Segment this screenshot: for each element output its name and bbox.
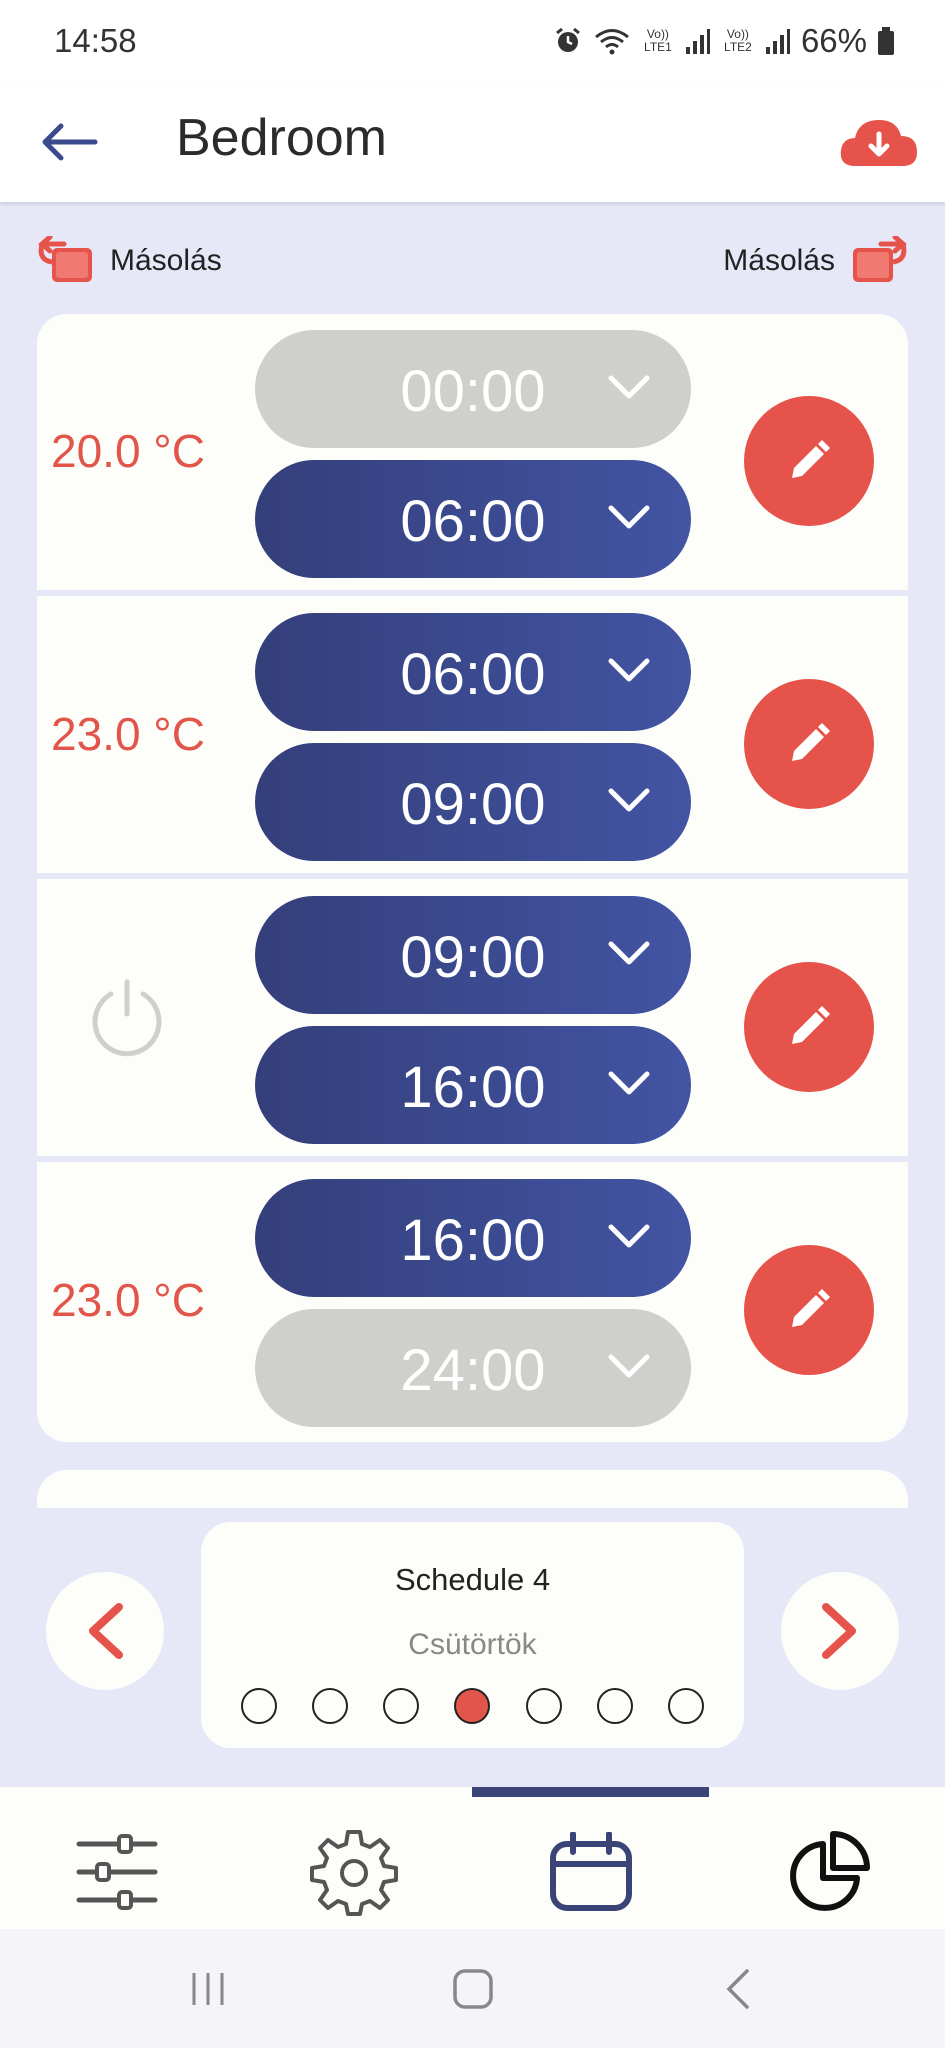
period-row: 20.0 °C 00:00 06:00 [37, 314, 908, 590]
day-card: Schedule 4 Csütörtök [201, 1522, 744, 1748]
chevron-down-icon [608, 1354, 650, 1378]
back-button[interactable] [36, 112, 102, 172]
arrow-left-icon [42, 123, 98, 161]
status-time: 14:58 [54, 22, 137, 59]
status-icons: Vo)) LTE1 Vo)) LTE2 66% [553, 22, 895, 60]
copy-to-next-button[interactable]: Másolás [723, 236, 911, 286]
edit-period-button[interactable] [744, 962, 874, 1092]
power-icon [92, 979, 162, 1057]
day-dots [241, 1688, 704, 1724]
day-dot[interactable] [383, 1688, 420, 1724]
copy-right-icon [853, 236, 907, 282]
chevron-down-icon [608, 1071, 650, 1095]
period-temperature: 23.0 °C [51, 1274, 205, 1326]
system-back-button[interactable] [708, 1967, 768, 2011]
nav-tab-controls[interactable] [72, 1827, 162, 1917]
signal-icon [685, 29, 710, 54]
row-divider [37, 590, 908, 596]
pencil-icon [792, 1006, 830, 1044]
start-time-dropdown[interactable]: 16:00 [255, 1179, 691, 1297]
row-divider [37, 1156, 908, 1162]
chevron-down-icon [608, 1224, 650, 1248]
pie-chart-icon [790, 1831, 870, 1911]
day-dot[interactable] [241, 1688, 277, 1724]
chevron-left-icon [89, 1603, 123, 1659]
chevron-down-icon [608, 788, 650, 812]
sim2-label: Vo)) LTE2 [724, 27, 752, 54]
chevron-down-icon [608, 505, 650, 529]
sim1-label: Vo)) LTE1 [644, 27, 672, 54]
previous-day-button[interactable] [46, 1572, 164, 1690]
edit-period-button[interactable] [744, 396, 874, 526]
day-dot[interactable] [667, 1688, 704, 1724]
alarm-icon [556, 27, 580, 52]
home-icon [453, 1969, 493, 2009]
day-dot[interactable] [525, 1688, 562, 1724]
copy-left-icon [38, 236, 92, 282]
system-navigation [0, 1929, 945, 2048]
copy-row: Másolás Másolás [0, 230, 945, 300]
period-row: 23.0 °C 06:00 09:00 [37, 597, 908, 873]
battery-icon [878, 27, 894, 55]
schedule-card: 20.0 °C 00:00 06:00 23.0 °C 06:00 09:00 [37, 314, 908, 1442]
period-row: 23.0 °C 16:00 24:00 [37, 1163, 908, 1439]
wifi-icon [594, 29, 629, 55]
copy-left-label: Másolás [110, 244, 222, 277]
period-temperature: 23.0 °C [51, 708, 205, 760]
edit-period-button[interactable] [744, 679, 874, 809]
end-time-dropdown[interactable]: 09:00 [255, 743, 691, 861]
cloud-download-icon [840, 120, 917, 166]
pencil-icon [792, 723, 830, 761]
active-tab-indicator [472, 1787, 709, 1797]
cloud-download-button[interactable] [837, 110, 921, 174]
gear-icon [310, 1830, 398, 1916]
day-dot-active[interactable] [454, 1688, 491, 1724]
day-dot[interactable] [596, 1688, 633, 1724]
day-name: Csütörtök [408, 1628, 537, 1661]
day-navigation: Schedule 4 Csütörtök [0, 1508, 945, 1784]
status-bar: 14:58 Vo)) LTE1 Vo)) LTE2 66% [0, 0, 945, 84]
end-time-dropdown[interactable]: 06:00 [255, 460, 691, 578]
chevron-down-icon [608, 941, 650, 965]
copy-from-previous-button[interactable]: Másolás [34, 236, 222, 286]
signal-icon [765, 29, 790, 54]
end-time-dropdown[interactable]: 24:00 [255, 1309, 691, 1427]
sliders-icon [76, 1834, 158, 1910]
edit-period-button[interactable] [744, 1245, 874, 1375]
next-day-button[interactable] [781, 1572, 899, 1690]
nav-tab-settings[interactable] [309, 1827, 399, 1917]
schedule-name: Schedule 4 [394, 1562, 551, 1597]
recent-apps-button[interactable] [178, 1967, 238, 2011]
pencil-icon [792, 1289, 830, 1327]
chevron-down-icon [608, 375, 650, 399]
chevron-right-icon [822, 1603, 856, 1659]
start-time-dropdown[interactable]: 09:00 [255, 896, 691, 1014]
day-dot[interactable] [312, 1688, 349, 1724]
copy-right-label: Másolás [723, 244, 835, 277]
recent-apps-icon [192, 1973, 224, 2005]
pencil-icon [792, 440, 830, 478]
calendar-icon [550, 1832, 632, 1911]
start-time-dropdown[interactable]: 06:00 [255, 613, 691, 731]
app-header: Bedroom [0, 84, 945, 202]
row-divider [37, 873, 908, 879]
period-row: 09:00 16:00 [37, 880, 908, 1156]
start-time-dropdown[interactable]: 00:00 [255, 330, 691, 448]
chevron-left-icon [726, 1969, 749, 2009]
nav-tab-statistics[interactable] [784, 1827, 874, 1917]
battery-percent: 66% [800, 22, 867, 59]
period-temperature: 20.0 °C [51, 425, 205, 477]
nav-tab-schedule[interactable] [546, 1827, 636, 1917]
home-button[interactable] [443, 1967, 503, 2011]
page-title: Bedroom [176, 109, 387, 167]
chevron-down-icon [608, 658, 650, 682]
end-time-dropdown[interactable]: 16:00 [255, 1026, 691, 1144]
bottom-navigation [0, 1787, 945, 1929]
